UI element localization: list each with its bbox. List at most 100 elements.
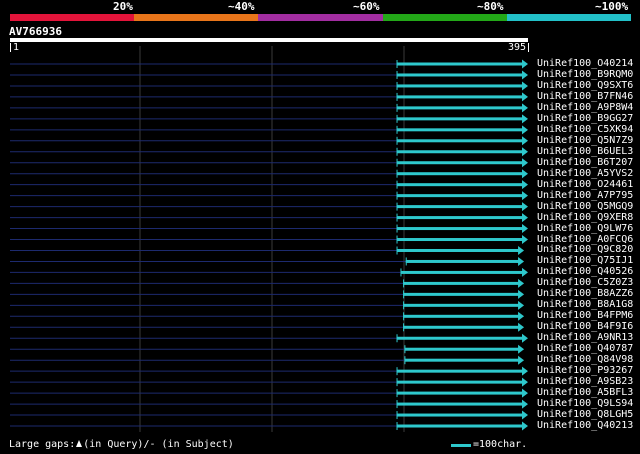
hit-bar[interactable] [396, 413, 523, 417]
hit-bar[interactable] [400, 270, 523, 274]
hit-label[interactable]: UniRef100_B9RQM0 [537, 69, 633, 80]
hit-arrow-icon [522, 147, 528, 157]
hit-label[interactable]: UniRef100_Q9C820 [537, 244, 633, 255]
hit-label[interactable]: UniRef100_P93267 [537, 365, 633, 376]
hit-arrow-icon [522, 136, 528, 146]
hit-arrow-icon [518, 289, 525, 299]
hit-bar[interactable] [396, 106, 523, 110]
hit-label[interactable]: UniRef100_Q40787 [537, 343, 633, 354]
hit-arrow-icon [518, 278, 525, 288]
hit-bar[interactable] [403, 292, 520, 296]
hit-arrow-icon [522, 213, 528, 223]
hit-label[interactable]: UniRef100_B8A1G8 [537, 299, 633, 310]
hit-label[interactable]: UniRef100_Q9SXT6 [537, 80, 633, 91]
hit-bar[interactable] [396, 84, 523, 88]
hit-bar[interactable] [396, 62, 523, 66]
hit-bar[interactable] [396, 369, 523, 373]
hit-bar[interactable] [396, 183, 523, 187]
hit-label[interactable]: UniRef100_A5BFL3 [537, 387, 633, 398]
hit-label[interactable]: UniRef100_O24461 [537, 179, 633, 190]
hit-arrow-icon [518, 322, 525, 332]
hit-label[interactable]: UniRef100_Q9LS94 [537, 398, 633, 409]
hit-arrow-icon [522, 125, 528, 135]
hit-bar[interactable] [396, 117, 523, 121]
hit-label[interactable]: UniRef100_A0FCQ6 [537, 234, 633, 245]
hit-arrow-icon [522, 191, 528, 201]
hit-bar[interactable] [403, 325, 520, 329]
hit-arrow-icon [518, 245, 525, 255]
hit-bar[interactable] [396, 194, 523, 198]
hit-label[interactable]: UniRef100_Q8LGH5 [537, 409, 633, 420]
hit-arrow-icon [518, 344, 525, 354]
hit-bar[interactable] [396, 205, 523, 209]
hit-arrow-icon [522, 388, 528, 398]
hit-bar[interactable] [403, 303, 520, 307]
hit-arrow-icon [518, 311, 525, 321]
hit-bar[interactable] [396, 402, 523, 406]
hit-label[interactable]: UniRef100_B9GG27 [537, 113, 633, 124]
hit-arrow-icon [522, 81, 528, 91]
hit-label[interactable]: UniRef100_Q5MGQ9 [537, 201, 633, 212]
hit-label[interactable]: UniRef100_Q84V98 [537, 354, 633, 365]
hit-bar[interactable] [403, 314, 520, 318]
hit-bar[interactable] [396, 424, 523, 428]
hit-bar[interactable] [396, 216, 523, 220]
hit-label[interactable]: UniRef100_Q40213 [537, 420, 633, 431]
hit-label[interactable]: UniRef100_Q75IJ1 [537, 255, 633, 266]
hit-label[interactable]: UniRef100_Q40526 [537, 266, 633, 277]
hit-arrow-icon [522, 92, 528, 102]
hit-bar[interactable] [396, 248, 520, 252]
hit-arrow-icon [518, 256, 525, 266]
hit-bar[interactable] [404, 347, 520, 351]
hit-label[interactable]: UniRef100_A9NR13 [537, 332, 633, 343]
hit-arrow-icon [522, 377, 528, 387]
hit-arrow-icon [522, 114, 528, 124]
hit-arrow-icon [522, 202, 528, 212]
hit-bar[interactable] [396, 150, 523, 154]
hit-bar[interactable] [396, 391, 523, 395]
hit-label[interactable]: UniRef100_B6UEL3 [537, 146, 633, 157]
gap-legend: Large gaps: (in Query)/- (in Subject) [9, 439, 234, 451]
hit-arrow-icon [518, 355, 525, 365]
hit-label[interactable]: UniRef100_A9SB23 [537, 376, 633, 387]
hit-bar[interactable] [403, 281, 520, 285]
hit-label[interactable]: UniRef100_C5XK94 [537, 124, 633, 135]
subject-gap-dash-icon: - [149, 439, 156, 450]
hit-arrow-icon [522, 267, 528, 277]
hit-bar[interactable] [396, 128, 523, 132]
hit-bar[interactable] [396, 95, 523, 99]
hit-bar[interactable] [396, 227, 523, 231]
hit-label[interactable]: UniRef100_C5Z0Z3 [537, 277, 633, 288]
hit-bar[interactable] [396, 161, 523, 165]
hit-label[interactable]: UniRef100_Q9LW76 [537, 223, 633, 234]
hit-label[interactable]: UniRef100_A5YVS2 [537, 168, 633, 179]
hit-bar[interactable] [396, 336, 523, 340]
hit-bar[interactable] [404, 358, 520, 362]
hit-arrow-icon [522, 235, 528, 245]
hit-arrow-icon [522, 333, 528, 343]
hit-label[interactable]: UniRef100_B4FPM6 [537, 310, 633, 321]
hit-bar[interactable] [396, 172, 523, 176]
hit-label[interactable]: UniRef100_Q9XER8 [537, 212, 633, 223]
hit-arrow-icon [522, 399, 528, 409]
hit-label[interactable]: UniRef100_O40214 [537, 58, 633, 69]
hit-label[interactable]: UniRef100_Q5N7Z9 [537, 135, 633, 146]
hit-bar[interactable] [396, 380, 523, 384]
hit-arrow-icon [522, 224, 528, 234]
hit-arrow-icon [522, 103, 528, 113]
hit-label[interactable]: UniRef100_B7FN46 [537, 91, 633, 102]
hit-bar[interactable] [405, 259, 520, 263]
hit-label[interactable]: UniRef100_B4F9I6 [537, 321, 633, 332]
hit-arrow-icon [518, 300, 525, 310]
gap-legend-prefix: Large gaps: [9, 439, 76, 450]
hit-label[interactable]: UniRef100_A7P795 [537, 190, 633, 201]
hit-arrow-icon [522, 169, 528, 179]
hit-bar[interactable] [396, 73, 523, 77]
hit-bar[interactable] [396, 238, 523, 242]
hit-label[interactable]: UniRef100_B8AZZ6 [537, 288, 633, 299]
hit-label[interactable]: UniRef100_B6T207 [537, 157, 633, 168]
gap-legend-subject: (in Subject) [161, 439, 234, 450]
hit-label[interactable]: UniRef100_A9P8W4 [537, 102, 633, 113]
hit-bar[interactable] [396, 139, 523, 143]
hit-arrow-icon [522, 70, 528, 80]
